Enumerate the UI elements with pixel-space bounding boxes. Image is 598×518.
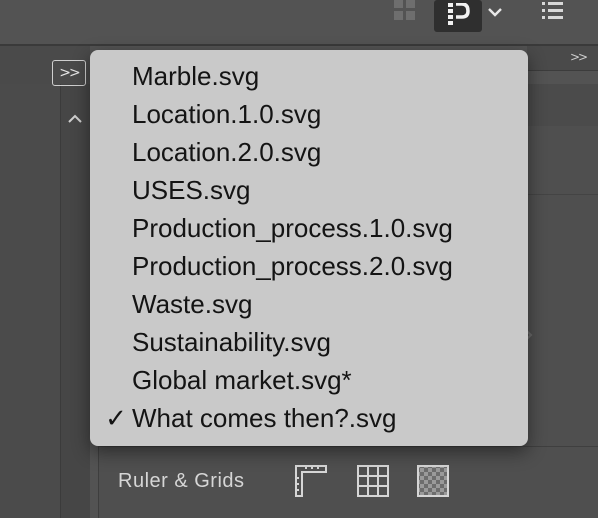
menu-item[interactable]: Marble.svg [90,57,528,95]
grid-view-icon[interactable] [392,0,418,22]
menu-item[interactable]: Global market.svg* [90,361,528,399]
menu-item-label: Waste.svg [132,289,253,319]
menu-item-label: What comes then?.svg [132,403,397,433]
transparency-grid-icon[interactable] [416,464,450,498]
menu-item[interactable]: Sustainability.svg [90,323,528,361]
section-divider [98,446,598,447]
ruler-grids-label: Ruler & Grids [118,470,245,492]
menu-item-label: Marble.svg [132,61,260,91]
menu-item-label: USES.svg [132,175,251,205]
grid-icon[interactable] [356,464,390,498]
collapse-panel-icon[interactable]: >> [566,48,590,66]
scroll-up-icon[interactable] [66,112,84,128]
left-panel-strip [0,84,60,518]
menu-item-label: Global market.svg* [132,365,352,395]
top-toolbar [0,0,598,44]
expand-panel-button[interactable]: >> [52,60,86,86]
check-icon: ✓ [105,403,127,433]
document-dropdown-menu: Marble.svg Location.1.0.svg Location.2.0… [90,50,528,446]
menu-item-label: Production_process.1.0.svg [132,213,453,243]
left-panel-scroll-column [61,84,90,518]
menu-item[interactable]: Production_process.2.0.svg [90,247,528,285]
menu-item-label: Location.1.0.svg [132,99,322,129]
menu-item[interactable]: ✓ What comes then?.svg [90,399,528,437]
menu-item[interactable]: USES.svg [90,171,528,209]
menu-item[interactable]: Waste.svg [90,285,528,323]
chevron-down-icon[interactable] [484,0,506,24]
menu-item[interactable]: Location.1.0.svg [90,95,528,133]
menu-item-label: Production_process.2.0.svg [132,251,453,281]
properties-panel-button[interactable] [434,0,482,32]
menu-item[interactable]: Production_process.1.0.svg [90,209,528,247]
list-view-icon[interactable] [540,0,566,22]
properties-panel-icon [448,3,470,25]
ruler-icon[interactable] [294,464,328,498]
menu-item-label: Sustainability.svg [132,327,331,357]
menu-item-label: Location.2.0.svg [132,137,322,167]
menu-item[interactable]: Location.2.0.svg [90,133,528,171]
